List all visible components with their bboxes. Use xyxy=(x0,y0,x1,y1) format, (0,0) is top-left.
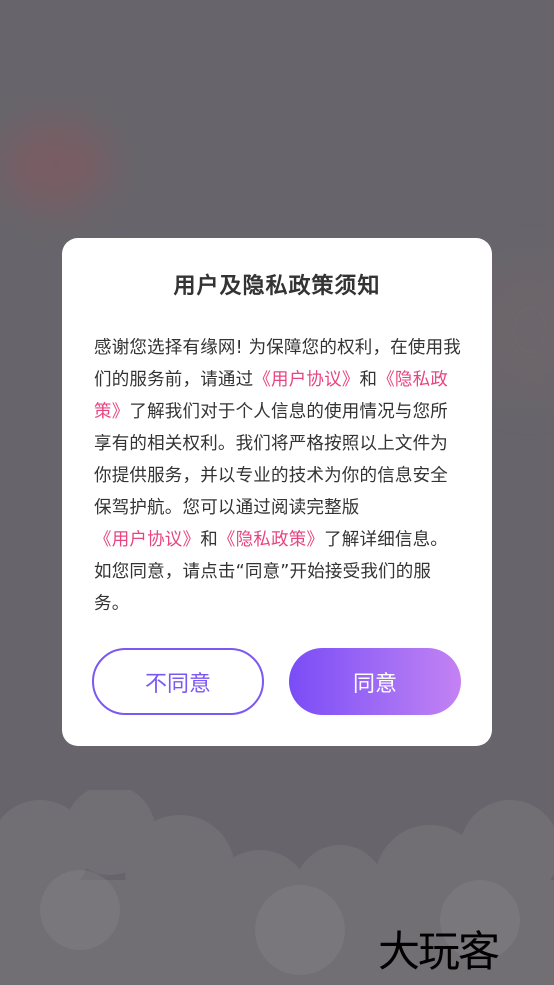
privacy-policy-link[interactable]: 《隐私政策》 xyxy=(218,530,324,550)
agree-button-label: 同意 xyxy=(352,671,397,697)
dialog-body-text: 感谢您选择有缘网! 为保障您的权利，在使用我们的服务前，请通过《用户协议》和《隐… xyxy=(94,332,462,620)
user-agreement-link[interactable]: 《用户协议》 xyxy=(94,530,200,550)
body-text-segment: 和 xyxy=(200,530,218,550)
app-screen: 用户及隐私政策须知 感谢您选择有缘网! 为保障您的权利，在使用我们的服务前，请通… xyxy=(0,0,554,985)
background-blur-shape xyxy=(0,120,110,210)
disagree-button-label: 不同意 xyxy=(144,671,211,697)
dialog-title: 用户及隐私政策须知 xyxy=(173,274,381,299)
body-text-segment: 了解我们对于个人信息的使用情况与您所享有的相关权利。我们将严格按照以上文件为你提… xyxy=(94,402,449,518)
watermark-logo: 大玩客 xyxy=(378,927,500,976)
user-agreement-link[interactable]: 《用户协议》 xyxy=(253,370,359,390)
privacy-policy-dialog: 用户及隐私政策须知 感谢您选择有缘网! 为保障您的权利，在使用我们的服务前，请通… xyxy=(62,238,492,746)
disagree-button[interactable]: 不同意 xyxy=(92,648,264,715)
body-text-segment: 和 xyxy=(359,370,378,390)
agree-button[interactable]: 同意 xyxy=(289,648,461,715)
